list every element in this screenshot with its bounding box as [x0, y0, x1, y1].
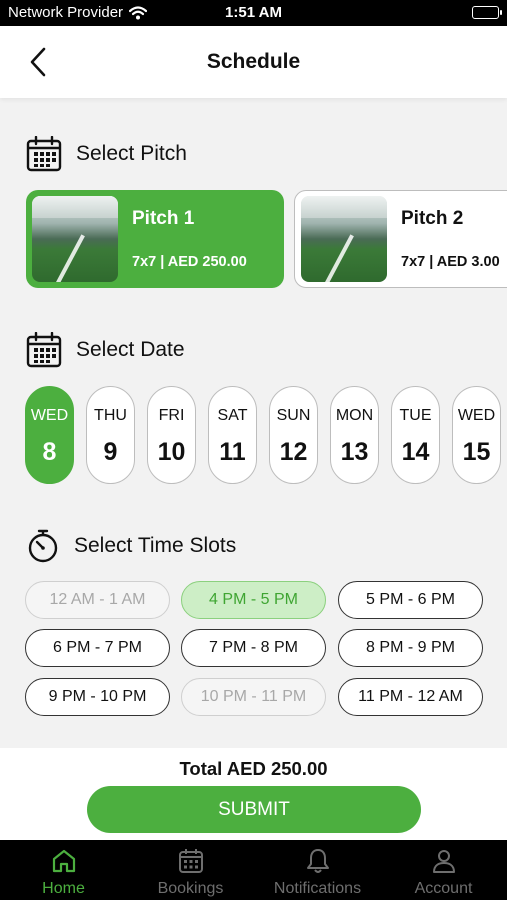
tab-notifications[interactable]: Notifications [254, 840, 381, 900]
header: Schedule [0, 26, 507, 98]
time-slot[interactable]: 12 AM - 1 AM [25, 581, 170, 619]
pitch-name: Pitch 1 [132, 208, 195, 229]
tab-label: Home [42, 880, 85, 897]
date-day: THU [94, 407, 127, 424]
date-pill[interactable]: TUE 14 [391, 386, 440, 484]
date-number: 15 [462, 438, 491, 466]
date-pill[interactable]: MON 13 [330, 386, 379, 484]
pitch-card-1[interactable]: Pitch 1 7x7 | AED 250.00 [26, 190, 284, 288]
time-slot[interactable]: 11 PM - 12 AM [338, 678, 483, 716]
time-slot[interactable]: 4 PM - 5 PM [181, 581, 326, 619]
date-day: WED [30, 407, 69, 424]
submit-button[interactable]: SUBMIT [87, 786, 421, 833]
date-day: SAT [217, 407, 248, 424]
calendar-icon [26, 136, 62, 172]
time-slot[interactable]: 7 PM - 8 PM [181, 629, 326, 667]
date-number: 11 [219, 438, 246, 466]
pitch-info: Pitch 2 7x7 | AED 3.00 [401, 196, 507, 282]
time-slot[interactable]: 6 PM - 7 PM [25, 629, 170, 667]
pitch-photo [301, 196, 387, 282]
page-title: Schedule [206, 50, 301, 73]
date-number: 10 [157, 438, 186, 466]
pitch-meta: 7x7 | AED 250.00 [132, 254, 247, 270]
pitch-info: Pitch 1 7x7 | AED 250.00 [132, 196, 284, 282]
status-bar: Network Provider 1:51 AM [0, 0, 507, 26]
tab-home[interactable]: Home [0, 840, 127, 900]
bell-icon [306, 849, 329, 873]
tab-label: Account [414, 880, 473, 897]
status-time: 1:51 AM [225, 4, 282, 21]
date-pill[interactable]: WED 15 [452, 386, 501, 484]
time-slot[interactable]: 10 PM - 11 PM [181, 678, 326, 716]
pitch-meta: 7x7 | AED 3.00 [401, 254, 500, 270]
pitch-card-2[interactable]: Pitch 2 7x7 | AED 3.00 [294, 190, 507, 288]
home-icon [52, 849, 75, 873]
pitch-photo [32, 196, 118, 282]
stopwatch-icon [28, 529, 58, 563]
date-number: 9 [103, 438, 118, 466]
pitch-section-heading: Select Pitch [26, 136, 187, 172]
date-pill[interactable]: FRI 10 [147, 386, 196, 484]
date-day: TUE [399, 407, 432, 424]
time-slot[interactable]: 5 PM - 6 PM [338, 581, 483, 619]
total-price: Total AED 250.00 [179, 758, 328, 779]
user-icon [432, 850, 455, 873]
date-number: 8 [42, 438, 57, 466]
date-number: 14 [401, 438, 430, 466]
date-pill[interactable]: SUN 12 [269, 386, 318, 484]
date-pill[interactable]: WED 8 [25, 386, 74, 484]
tab-label: Notifications [273, 880, 362, 897]
date-section-heading: Select Date [26, 332, 185, 368]
date-pill[interactable]: SAT 11 [208, 386, 257, 484]
tab-label: Bookings [157, 880, 224, 897]
date-day: WED [457, 407, 496, 424]
time-section-title: Select Time Slots [74, 534, 237, 557]
calendar-icon [26, 332, 62, 368]
time-slot[interactable]: 8 PM - 9 PM [338, 629, 483, 667]
tab-bookings[interactable]: Bookings [127, 840, 254, 900]
date-day: SUN [276, 407, 311, 424]
main-content: Select Pitch Pitch 1 7x7 | AED 250.00 Pi… [0, 98, 507, 748]
calendar-icon [178, 849, 203, 873]
date-number: 12 [279, 438, 308, 466]
tab-account[interactable]: Account [380, 840, 507, 900]
date-day: MON [335, 407, 374, 424]
booking-footer: Total AED 250.00 SUBMIT [0, 748, 507, 840]
time-slot[interactable]: 9 PM - 10 PM [25, 678, 170, 716]
date-section-title: Select Date [76, 338, 185, 361]
date-number: 13 [340, 438, 369, 466]
pitch-name: Pitch 2 [401, 208, 464, 229]
time-section-heading: Select Time Slots [26, 528, 236, 564]
pitch-section-title: Select Pitch [76, 142, 187, 165]
date-pill[interactable]: THU 9 [86, 386, 135, 484]
battery-icon [472, 6, 502, 19]
date-day: FRI [158, 407, 185, 424]
tab-bar: Home Bookings Notifications Account [0, 840, 507, 900]
